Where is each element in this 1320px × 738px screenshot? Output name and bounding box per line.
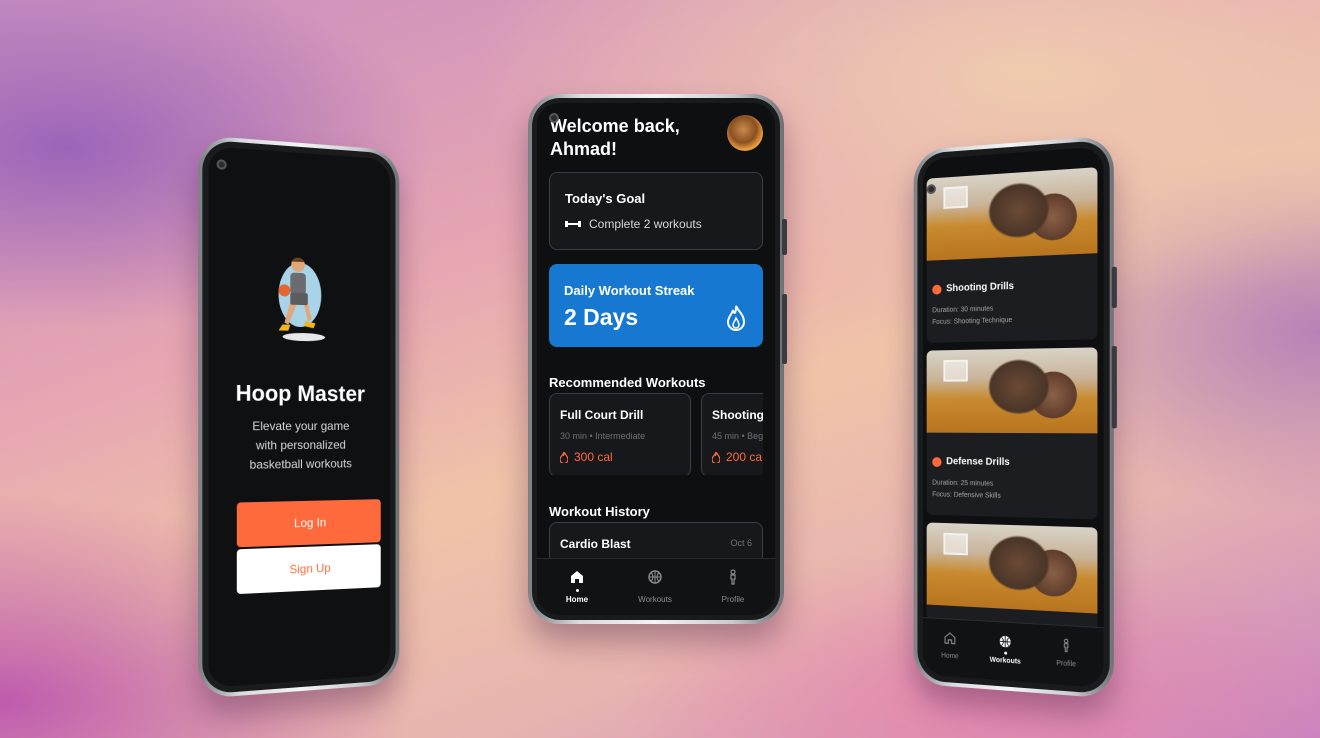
greeting-text: Welcome back, Ahmad! bbox=[550, 116, 680, 159]
person-icon bbox=[1059, 638, 1073, 653]
tab-label: Profile bbox=[721, 595, 745, 604]
basketball-icon bbox=[648, 570, 662, 584]
basketball-icon bbox=[932, 456, 942, 467]
power-button bbox=[782, 294, 787, 364]
drill-photo bbox=[926, 347, 1098, 434]
recommended-card[interactable]: Full Court Drill 30 min • Intermediate 3… bbox=[549, 393, 691, 475]
drill-photo bbox=[926, 167, 1098, 261]
camera-icon bbox=[549, 113, 559, 123]
tab-label: Home bbox=[941, 652, 959, 661]
streak-card[interactable]: Daily Workout Streak 2 Days bbox=[549, 264, 763, 347]
recommended-card[interactable]: Shooting 45 min • Beg 200 ca bbox=[701, 393, 763, 475]
tab-label: Home bbox=[565, 595, 589, 604]
drill-card[interactable] bbox=[926, 522, 1098, 630]
workout-calories: 200 ca bbox=[712, 450, 762, 464]
workout-calories: 300 cal bbox=[560, 450, 613, 464]
active-indicator bbox=[575, 589, 579, 592]
recommended-carousel[interactable]: Full Court Drill 30 min • Intermediate 3… bbox=[549, 393, 763, 475]
tab-workouts[interactable]: Workouts bbox=[625, 569, 685, 604]
basketball-icon bbox=[998, 634, 1012, 649]
drill-title-text: Defense Drills bbox=[946, 456, 1010, 468]
person-icon bbox=[730, 569, 736, 585]
workouts-phone: Shooting Drills Duration: 30 minutes Foc… bbox=[913, 135, 1117, 699]
tab-workouts[interactable]: Workouts bbox=[981, 633, 1029, 666]
home-icon bbox=[571, 571, 583, 583]
login-button[interactable]: Log In bbox=[236, 499, 381, 548]
drill-focus: Focus: Shooting Technique bbox=[932, 316, 1013, 327]
onboarding-screen: Hoop Master Elevate your game with perso… bbox=[208, 146, 390, 688]
goal-row: Complete 2 workouts bbox=[565, 217, 702, 231]
drill-focus: Focus: Defensive Skills bbox=[932, 491, 1001, 500]
drill-title-text: Shooting Drills bbox=[946, 280, 1015, 295]
home-icon bbox=[943, 631, 956, 646]
active-indicator bbox=[1003, 651, 1007, 655]
flame-icon bbox=[712, 451, 720, 463]
drill-meta: Duration: 30 minutes Focus: Shooting Tec… bbox=[932, 303, 1012, 329]
goal-title: Today's Goal bbox=[565, 191, 646, 206]
home-phone: Welcome back, Ahmad! Today's Goal Comple… bbox=[528, 94, 787, 624]
calories-value: 300 cal bbox=[574, 450, 613, 464]
drill-card[interactable]: Defense Drills Duration: 25 minutes Focu… bbox=[926, 347, 1098, 520]
drill-card[interactable]: Shooting Drills Duration: 30 minutes Foc… bbox=[926, 167, 1098, 343]
streak-value: 2 Days bbox=[564, 304, 639, 330]
app-title: Hoop Master bbox=[235, 380, 366, 407]
power-button bbox=[1111, 345, 1117, 429]
drill-meta: Duration: 25 minutes Focus: Defensive Sk… bbox=[932, 478, 1000, 503]
bottom-tab-bar: Home Workouts Profile bbox=[537, 558, 775, 615]
home-screen: Welcome back, Ahmad! Today's Goal Comple… bbox=[537, 103, 775, 615]
workout-meta: 30 min • Intermediate bbox=[560, 431, 646, 441]
goal-text: Complete 2 workouts bbox=[589, 217, 702, 231]
volume-button bbox=[1111, 266, 1117, 309]
workout-meta: 45 min • Beg bbox=[712, 431, 763, 441]
tab-home[interactable]: Home bbox=[927, 630, 974, 662]
goal-card[interactable]: Today's Goal Complete 2 workouts bbox=[549, 172, 763, 250]
dumbbell-icon bbox=[565, 221, 581, 227]
workouts-screen: Shooting Drills Duration: 30 minutes Foc… bbox=[922, 146, 1104, 688]
camera-icon bbox=[216, 159, 227, 170]
history-workout-name: Cardio Blast bbox=[560, 537, 631, 551]
volume-button bbox=[782, 219, 787, 255]
tab-label: Workouts bbox=[989, 656, 1021, 666]
tab-profile[interactable]: Profile bbox=[1041, 637, 1091, 670]
history-section-title: Workout History bbox=[549, 504, 650, 519]
tab-label: Profile bbox=[1056, 660, 1077, 669]
workout-name: Shooting bbox=[712, 408, 763, 422]
basketball-player-illustration bbox=[278, 257, 325, 342]
tab-profile[interactable]: Profile bbox=[703, 569, 763, 604]
flame-icon bbox=[560, 451, 568, 463]
signup-button[interactable]: Sign Up bbox=[236, 544, 381, 595]
drill-title: Shooting Drills bbox=[932, 281, 1014, 295]
drill-photo bbox=[926, 522, 1098, 614]
workout-name: Full Court Drill bbox=[560, 408, 644, 422]
app-tagline: Elevate your game with personalized bask… bbox=[249, 418, 352, 472]
drill-title: Defense Drills bbox=[932, 456, 1010, 468]
tab-home[interactable]: Home bbox=[547, 569, 607, 604]
onboarding-phone: Hoop Master Elevate your game with perso… bbox=[198, 135, 400, 699]
streak-label: Daily Workout Streak bbox=[564, 283, 695, 298]
recommended-section-title: Recommended Workouts bbox=[549, 375, 706, 390]
tab-label: Workouts bbox=[638, 595, 672, 604]
flame-icon bbox=[726, 305, 746, 331]
history-date: Oct 6 bbox=[730, 538, 752, 548]
avatar[interactable] bbox=[727, 115, 763, 151]
calories-value: 200 ca bbox=[726, 450, 763, 464]
basketball-icon bbox=[932, 284, 942, 295]
